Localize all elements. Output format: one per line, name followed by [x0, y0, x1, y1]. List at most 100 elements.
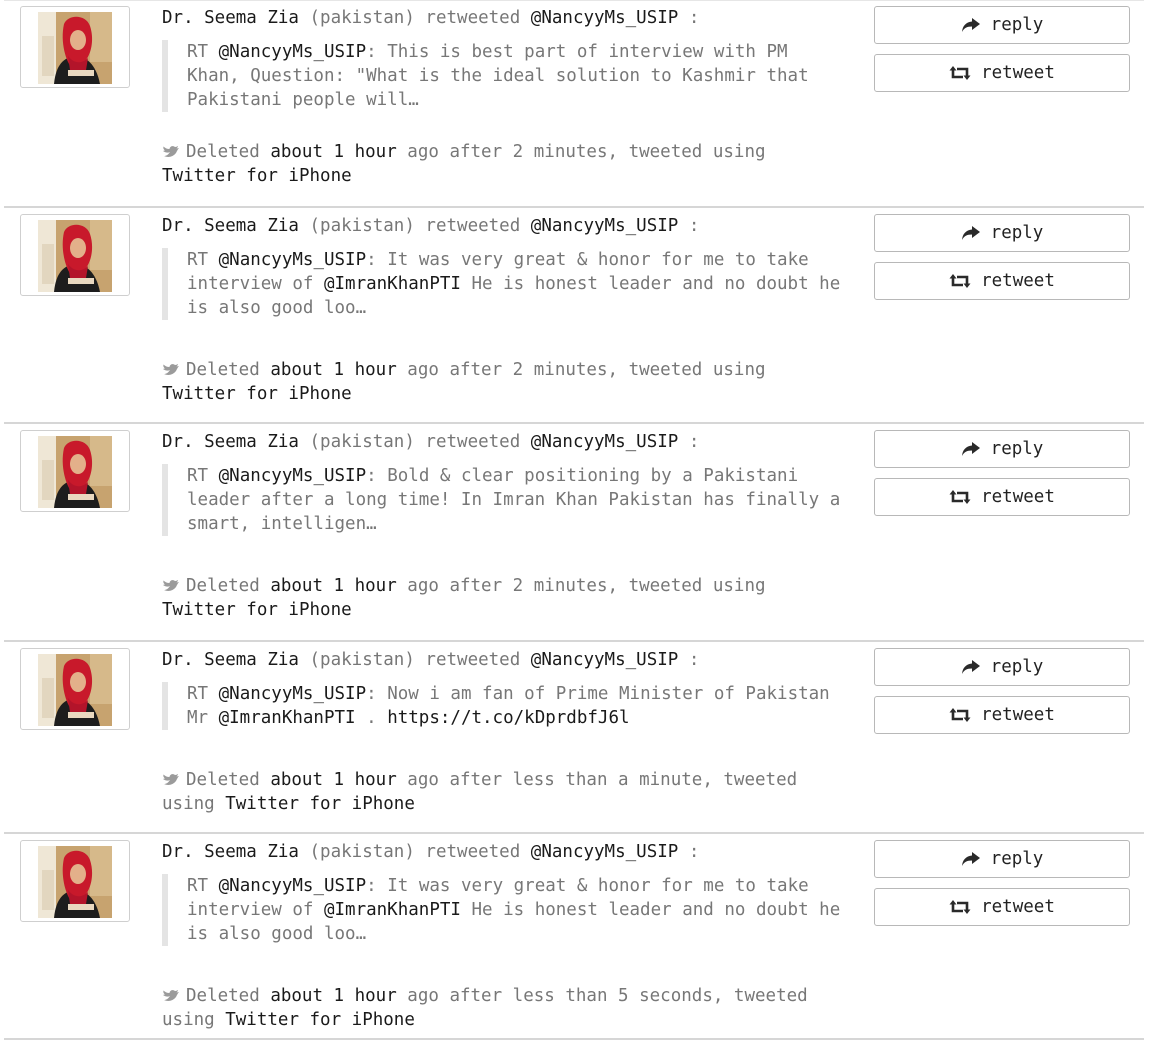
- retweet-icon: [949, 899, 971, 915]
- retweeted-label: retweeted: [425, 432, 521, 452]
- deleted-time[interactable]: about 1 hour: [270, 986, 396, 1006]
- reply-arrow-icon: [961, 225, 981, 241]
- deleted-label: Deleted: [186, 142, 260, 162]
- tweet-client[interactable]: Twitter for iPhone: [225, 1010, 415, 1030]
- tweet-duration: less than 5 seconds, tweeted: [512, 986, 808, 1006]
- reply-arrow-icon: [961, 659, 981, 675]
- tweet-duration: 2 minutes,: [512, 576, 619, 596]
- avatar[interactable]: [20, 6, 130, 88]
- avatar[interactable]: [20, 430, 130, 512]
- author-country: (pakistan): [309, 842, 415, 862]
- reply-button[interactable]: reply: [874, 214, 1130, 252]
- retweet-button-label: retweet: [981, 63, 1055, 83]
- retweet-icon: [949, 65, 971, 81]
- tweet-header: Dr. Seema Zia (pakistan) retweeted @Nanc…: [162, 214, 699, 238]
- reply-button-label: reply: [990, 15, 1044, 35]
- tweet-text: RT @NancyyMs_USIP: It was very great & h…: [162, 874, 847, 946]
- author-name[interactable]: Dr. Seema Zia: [162, 216, 299, 236]
- profile-photo: [38, 220, 112, 292]
- reply-button-label: reply: [990, 849, 1044, 869]
- tweeted-using-label: tweeted using: [628, 576, 766, 596]
- tweet-url[interactable]: https://t.co/kDprdbfJ6l: [387, 708, 629, 728]
- deleted-time[interactable]: about 1 hour: [270, 770, 396, 790]
- deleted-info: Deleted about 1 hour ago after 2 minutes…: [162, 140, 832, 188]
- retweeted-handle[interactable]: @NancyyMs_USIP: [531, 216, 679, 236]
- tweet-duration: 2 minutes,: [512, 142, 619, 162]
- tweet-text: RT @NancyyMs_USIP: Bold & clear position…: [162, 464, 847, 536]
- avatar[interactable]: [20, 840, 130, 922]
- author-name[interactable]: Dr. Seema Zia: [162, 8, 299, 28]
- rt-handle[interactable]: @NancyyMs_USIP: [219, 466, 367, 486]
- deleted-label: Deleted: [186, 986, 260, 1006]
- tweet-item: Dr. Seema Zia (pakistan) retweeted @Nanc…: [4, 208, 1144, 424]
- mention-link[interactable]: @ImranKhanPTI: [219, 708, 356, 728]
- author-country: (pakistan): [309, 432, 415, 452]
- author-name[interactable]: Dr. Seema Zia: [162, 650, 299, 670]
- avatar[interactable]: [20, 648, 130, 730]
- deleted-time[interactable]: about 1 hour: [270, 142, 396, 162]
- reply-arrow-icon: [961, 441, 981, 457]
- tweet-item: Dr. Seema Zia (pakistan) retweeted @Nanc…: [4, 424, 1144, 642]
- retweet-button-label: retweet: [981, 487, 1055, 507]
- tweet-text-b: .: [355, 708, 388, 728]
- profile-photo: [38, 12, 112, 84]
- retweeted-handle[interactable]: @NancyyMs_USIP: [531, 842, 679, 862]
- tweet-client[interactable]: Twitter for iPhone: [162, 384, 352, 404]
- deleted-info: Deleted about 1 hour ago after 2 minutes…: [162, 574, 832, 622]
- rt-handle[interactable]: @NancyyMs_USIP: [219, 876, 367, 896]
- rt-handle[interactable]: @NancyyMs_USIP: [219, 684, 367, 704]
- tweet-client[interactable]: Twitter for iPhone: [162, 600, 352, 620]
- reply-button[interactable]: reply: [874, 6, 1130, 44]
- tweet-header: Dr. Seema Zia (pakistan) retweeted @Nanc…: [162, 430, 699, 454]
- rt-prefix: RT: [187, 466, 209, 486]
- tweet-item: Dr. Seema Zia (pakistan) retweeted @Nanc…: [4, 834, 1144, 1040]
- retweeted-handle[interactable]: @NancyyMs_USIP: [531, 432, 679, 452]
- mention-link[interactable]: @ImranKhanPTI: [324, 274, 461, 294]
- tweet-header: Dr. Seema Zia (pakistan) retweeted @Nanc…: [162, 648, 699, 672]
- ago-after-label: ago after: [407, 576, 503, 596]
- retweet-icon: [949, 707, 971, 723]
- rt-prefix: RT: [187, 684, 209, 704]
- tweet-header: Dr. Seema Zia (pakistan) retweeted @Nanc…: [162, 6, 699, 30]
- retweet-button[interactable]: retweet: [874, 888, 1130, 926]
- deleted-bird-icon: [162, 773, 180, 787]
- author-name[interactable]: Dr. Seema Zia: [162, 432, 299, 452]
- deleted-label: Deleted: [186, 360, 260, 380]
- tweet-client[interactable]: Twitter for iPhone: [162, 166, 352, 186]
- deleted-time[interactable]: about 1 hour: [270, 576, 396, 596]
- tweeted-using-label: tweeted using: [628, 360, 766, 380]
- deleted-info: Deleted about 1 hour ago after less than…: [162, 768, 832, 816]
- deleted-time[interactable]: about 1 hour: [270, 360, 396, 380]
- mention-link[interactable]: @ImranKhanPTI: [324, 900, 461, 920]
- rt-handle[interactable]: @NancyyMs_USIP: [219, 250, 367, 270]
- deleted-bird-icon: [162, 363, 180, 377]
- retweet-button-label: retweet: [981, 897, 1055, 917]
- rt-handle[interactable]: @NancyyMs_USIP: [219, 42, 367, 62]
- author-name[interactable]: Dr. Seema Zia: [162, 842, 299, 862]
- retweet-icon: [949, 489, 971, 505]
- retweet-button[interactable]: retweet: [874, 54, 1130, 92]
- tweet-item: Dr. Seema Zia (pakistan) retweeted @Nanc…: [4, 0, 1144, 208]
- avatar[interactable]: [20, 214, 130, 296]
- tweet-text: RT @NancyyMs_USIP: It was very great & h…: [162, 248, 847, 320]
- reply-button[interactable]: reply: [874, 648, 1130, 686]
- reply-button[interactable]: reply: [874, 840, 1130, 878]
- deleted-info: Deleted about 1 hour ago after less than…: [162, 984, 832, 1032]
- tweet-client[interactable]: Twitter for iPhone: [225, 794, 415, 814]
- profile-photo: [38, 654, 112, 726]
- retweeted-label: retweeted: [425, 650, 521, 670]
- retweet-button-label: retweet: [981, 705, 1055, 725]
- reply-arrow-icon: [961, 851, 981, 867]
- reply-button[interactable]: reply: [874, 430, 1130, 468]
- deleted-label: Deleted: [186, 576, 260, 596]
- retweeted-handle[interactable]: @NancyyMs_USIP: [531, 8, 679, 28]
- retweeted-handle[interactable]: @NancyyMs_USIP: [531, 650, 679, 670]
- retweet-button[interactable]: retweet: [874, 478, 1130, 516]
- retweet-button[interactable]: retweet: [874, 262, 1130, 300]
- ago-after-label: ago after: [407, 770, 503, 790]
- retweet-button[interactable]: retweet: [874, 696, 1130, 734]
- tweet-duration: 2 minutes,: [512, 360, 619, 380]
- retweet-button-label: retweet: [981, 271, 1055, 291]
- author-country: (pakistan): [309, 8, 415, 28]
- retweeted-label: retweeted: [425, 842, 521, 862]
